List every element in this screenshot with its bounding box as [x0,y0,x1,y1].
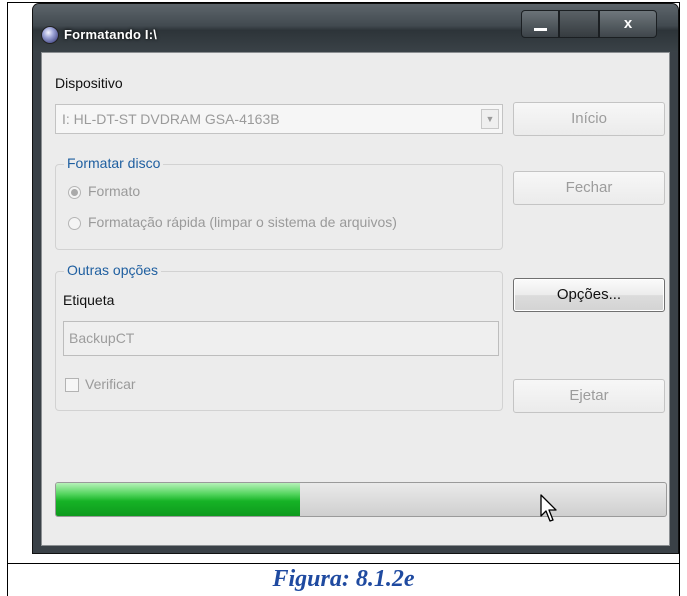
format-disk-group: Formatar disco Formato Formatação rápida… [55,155,503,250]
minimize-button[interactable] [521,10,559,38]
verify-label: Verificar [85,376,136,392]
mouse-cursor-icon [540,494,557,522]
device-selected-value: I: HL-DT-ST DVDRAM GSA-4163B [62,111,280,127]
label-caption: Etiqueta [63,292,115,308]
minimize-icon [534,28,547,31]
device-label: Dispositivo [55,75,123,91]
maximize-button [559,10,599,38]
dialog-body: Dispositivo I: HL-DT-ST DVDRAM GSA-4163B… [41,52,670,546]
volume-label-value: BackupCT [69,330,135,346]
format-progress-bar [55,482,667,517]
progress-fill [56,483,300,516]
figure-caption: Figura: 8.1.2e [272,566,415,592]
chevron-down-icon: ▼ [481,109,499,129]
window-title: Formatando I:\ [64,27,158,42]
radio-format [68,186,81,199]
radio-quick-format-label: Formatação rápida (limpar o sistema de a… [88,214,397,230]
radio-quick-format [68,217,81,230]
title-bar[interactable]: Formatando I:\ x [33,4,678,52]
device-dropdown: I: HL-DT-ST DVDRAM GSA-4163B ▼ [55,104,503,134]
volume-label-input: BackupCT [63,321,499,356]
verify-checkbox [65,378,79,392]
options-button[interactable]: Opções... [513,278,665,312]
start-button: Início [513,102,665,136]
format-dialog: Formatando I:\ x Dispositivo I: HL-DT-ST… [33,4,678,553]
radio-format-label: Formato [88,183,141,199]
close-window-button[interactable]: x [599,10,657,38]
format-disk-legend: Formatar disco [64,155,164,171]
other-options-legend: Outras opções [64,262,162,278]
disc-icon [41,26,59,44]
eject-button: Ejetar [513,379,665,413]
close-button: Fechar [513,171,665,205]
